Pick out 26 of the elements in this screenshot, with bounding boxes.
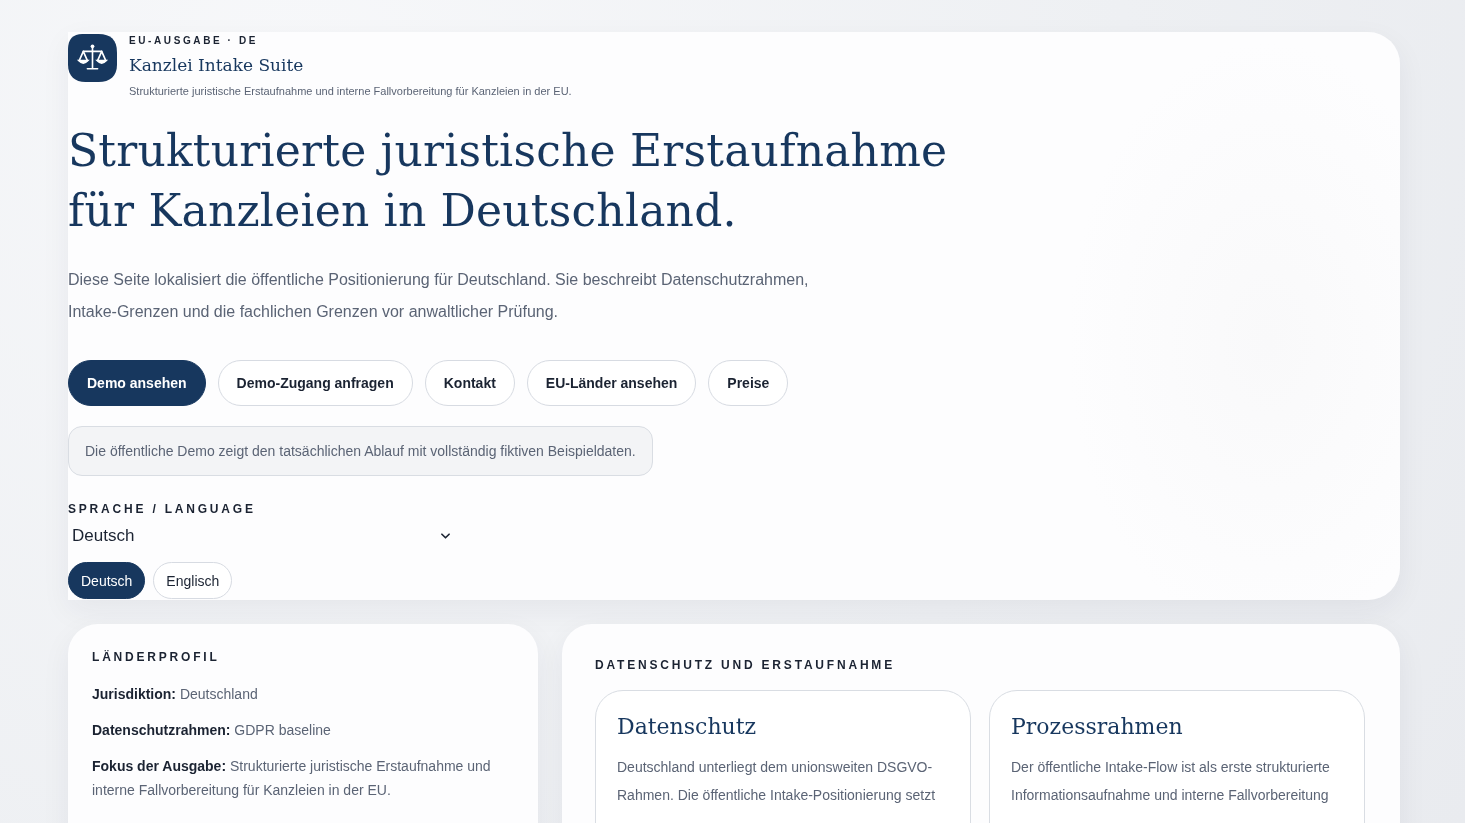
action-button[interactable]: Demo-Zugang anfragen [217, 360, 413, 406]
section-heading: DATENSCHUTZ UND ERSTAUFNAHME [595, 658, 896, 672]
demo-note: Die öffentliche Demo zeigt den tatsächlichen Ablauf mit vollständig fiktiven Beispieldaten. [68, 426, 653, 476]
scales-logo-icon [68, 33, 117, 82]
card-text: Deutschland unterliegt dem unionsweiten DSGVO-Rahmen. Die öffentliche Intake-Positionierung setzt [617, 758, 937, 805]
card-title: Prozessrahmen [1011, 713, 1184, 741]
language-option[interactable]: Englisch [153, 562, 233, 599]
card-title: Datenschutz [617, 713, 758, 741]
action-button[interactable]: Kontakt [424, 360, 515, 406]
card-text: Der öffentliche Intake-Flow ist als erste strukturierte Informationsaufnahme und interne Fallvorbereitung [1011, 758, 1331, 805]
edition-label: EU-AUSGABE · DE [129, 35, 258, 47]
hero-title: Strukturierte juristische Erstaufnahme für Kanzleien in Deutschland. [68, 124, 949, 238]
section-heading: LÄNDERPROFIL [92, 650, 221, 664]
chevron-down-icon [441, 533, 450, 539]
hero-intro: Diese Seite lokalisiert die öffentliche Positionierung für Deutschland. Sie beschreibt Datenschutzrahmen, Intake-Grenzen und die fachlichen Grenzen vor anwaltlicher Prüfung. [68, 270, 810, 322]
language-select[interactable]: Deutsch [68, 522, 452, 550]
brand-tagline: Strukturierte juristische Erstaufnahme und interne Fallvorbereitung für Kanzleien in der EU. [129, 84, 572, 98]
profile-fact: Fokus der Ausgabe: Strukturierte juristische Erstaufnahme und interne Fallvorbereitung für Kanzleien in der EU. [92, 757, 492, 800]
profile-fact: Jurisdiktion: Deutschland [92, 685, 259, 704]
language-option[interactable]: Deutsch [68, 562, 146, 599]
brand-name: Kanzlei Intake Suite [129, 54, 304, 76]
action-button[interactable]: Preise [708, 360, 789, 406]
profile-fact: Datenschutzrahmen: GDPR baseline [92, 721, 332, 740]
action-button[interactable]: EU-Länder ansehen [526, 360, 697, 406]
language-label: SPRACHE / LANGUAGE [68, 502, 256, 516]
demo-button[interactable]: Demo ansehen [68, 360, 206, 406]
